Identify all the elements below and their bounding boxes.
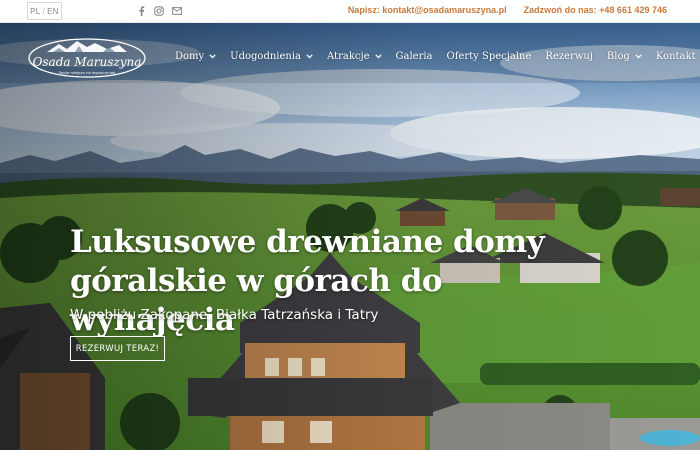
chevron-down-icon: [306, 51, 313, 62]
hero-headline-line2: góralskie w górach do wynajęcia: [70, 263, 443, 338]
nav-label: Atrakcje: [327, 51, 370, 62]
site-logo[interactable]: Osada Maruszyna Twoje miejsce na wypoczy…: [27, 36, 147, 80]
nav-label: Oferty Specjalne: [446, 51, 532, 62]
chevron-down-icon: [209, 51, 216, 62]
language-separator: /: [42, 6, 46, 16]
nav-label: Blog: [606, 51, 630, 62]
contact-info: Napisz: kontakt@osadamaruszyna.pl Zadzwo…: [348, 5, 667, 15]
chevron-down-icon: [635, 51, 642, 62]
hero-headline-line1: Luksusowe drewniane domy: [70, 224, 545, 260]
language-switcher[interactable]: PL / EN: [27, 2, 62, 20]
nav-item-udogodnienia[interactable]: Udogodnienia: [230, 51, 313, 62]
main-navigation: Domy Udogodnienia Atrakcje Galeria Ofert…: [175, 51, 700, 62]
chevron-down-icon: [374, 51, 382, 62]
language-en[interactable]: EN: [47, 7, 59, 16]
contact-email[interactable]: Napisz: kontakt@osadamaruszyna.pl: [348, 5, 507, 15]
nav-label: Rezerwuj: [545, 51, 593, 62]
facebook-icon[interactable]: [136, 5, 146, 16]
mail-icon[interactable]: [172, 5, 182, 16]
nav-item-galeria[interactable]: Galeria: [396, 51, 433, 62]
hero-section: Osada Maruszyna Twoje miejsce na wypoczy…: [0, 23, 700, 450]
contact-phone[interactable]: Zadzwoń do nas: +48 661 429 746: [524, 5, 667, 15]
nav-item-oferty-specjalne[interactable]: Oferty Specjalne: [447, 51, 532, 62]
hero-subheadline: W pobliżu Zakopane, Białka Tatrzańska i …: [70, 307, 379, 323]
nav-label: Domy: [175, 51, 205, 62]
social-links: [136, 5, 182, 16]
instagram-icon[interactable]: [154, 5, 164, 16]
nav-item-domy[interactable]: Domy: [175, 51, 216, 62]
nav-label: Kontakt: [655, 51, 696, 62]
nav-label: Galeria: [395, 51, 433, 62]
nav-item-blog[interactable]: Blog: [607, 51, 642, 62]
nav-item-rezerwuj[interactable]: Rezerwuj: [545, 51, 593, 62]
nav-item-atrakcje[interactable]: Atrakcje: [327, 51, 382, 62]
nav-item-kontakt[interactable]: Kontakt: [656, 51, 700, 62]
logo-name: Osada Maruszyna: [33, 55, 142, 69]
top-bar: PL / EN Napisz: kontakt@osadamaruszyna.p…: [0, 0, 700, 23]
language-pl[interactable]: PL: [30, 7, 40, 16]
logo-tagline: Twoje miejsce na wypoczynek: [58, 70, 117, 75]
nav-label: Udogodnienia: [230, 51, 302, 62]
book-now-button[interactable]: REZERWUJ TERAZ!: [70, 336, 165, 361]
